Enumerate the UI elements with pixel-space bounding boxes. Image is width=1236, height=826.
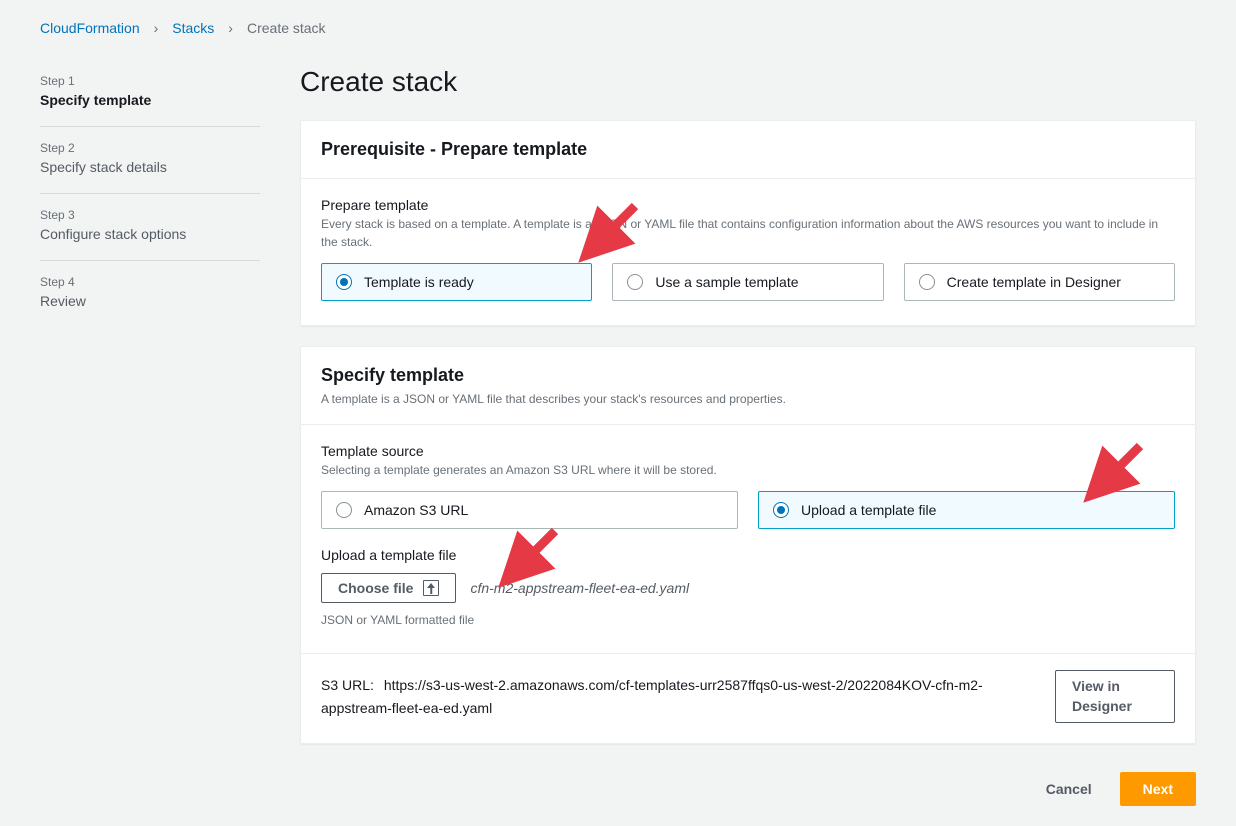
upload-icon [423,580,439,596]
radio-icon [336,502,352,518]
radio-upload-template-file[interactable]: Upload a template file [758,491,1175,529]
radio-icon [336,274,352,290]
radio-amazon-s3-url[interactable]: Amazon S3 URL [321,491,738,529]
radio-label: Upload a template file [801,502,936,518]
field-label-prepare-template: Prepare template [321,197,1175,213]
panel-prerequisite: Prerequisite - Prepare template Prepare … [300,120,1196,326]
radio-label: Template is ready [364,274,474,290]
radio-create-in-designer[interactable]: Create template in Designer [904,263,1175,301]
radio-use-sample-template[interactable]: Use a sample template [612,263,883,301]
wizard-step-2[interactable]: Step 2 Specify stack details [40,127,260,194]
radio-icon [627,274,643,290]
wizard-step-4[interactable]: Step 4 Review [40,261,260,327]
footer-actions: Cancel Next [300,764,1196,826]
wizard-step-num: Step 3 [40,208,260,222]
radio-template-is-ready[interactable]: Template is ready [321,263,592,301]
breadcrumb: CloudFormation › Stacks › Create stack [40,20,1196,36]
chevron-right-icon: › [154,20,159,36]
field-label-upload-file: Upload a template file [321,547,1175,563]
wizard-step-3[interactable]: Step 3 Configure stack options [40,194,260,261]
breadcrumb-current: Create stack [247,20,326,36]
s3-url-label: S3 URL: [321,677,374,693]
breadcrumb-link-cloudformation[interactable]: CloudFormation [40,20,140,36]
view-in-designer-button[interactable]: View in Designer [1055,670,1175,723]
page-title: Create stack [300,66,1196,98]
radio-label: Amazon S3 URL [364,502,468,518]
wizard-step-label: Review [40,293,260,309]
wizard-step-label: Specify stack details [40,159,260,175]
radio-icon [919,274,935,290]
next-button[interactable]: Next [1120,772,1196,806]
wizard-step-num: Step 1 [40,74,260,88]
cancel-button[interactable]: Cancel [1032,772,1106,806]
upload-hint: JSON or YAML formatted file [321,611,1175,629]
wizard-steps: Step 1 Specify template Step 2 Specify s… [40,66,260,327]
choose-file-button[interactable]: Choose file [321,573,456,603]
field-label-template-source: Template source [321,443,1175,459]
wizard-step-label: Specify template [40,92,260,108]
main-content: Create stack Prerequisite - Prepare temp… [300,66,1196,826]
uploaded-filename: cfn-m2-appstream-fleet-ea-ed.yaml [470,580,689,596]
s3-url-value: https://s3-us-west-2.amazonaws.com/cf-te… [321,677,983,715]
panel-title: Prerequisite - Prepare template [321,139,1175,160]
panel-specify-template: Specify template A template is a JSON or… [300,346,1196,744]
radio-label: Create template in Designer [947,274,1121,290]
choose-file-label: Choose file [338,580,413,596]
s3-url-display: S3 URL: https://s3-us-west-2.amazonaws.c… [321,674,1035,719]
wizard-step-num: Step 2 [40,141,260,155]
panel-subtitle: A template is a JSON or YAML file that d… [321,392,1175,406]
radio-icon [773,502,789,518]
field-help: Selecting a template generates an Amazon… [321,461,1175,479]
wizard-step-label: Configure stack options [40,226,260,242]
breadcrumb-link-stacks[interactable]: Stacks [172,20,214,36]
radio-label: Use a sample template [655,274,798,290]
wizard-step-1[interactable]: Step 1 Specify template [40,66,260,127]
panel-title: Specify template [321,365,1175,386]
field-help: Every stack is based on a template. A te… [321,215,1175,251]
chevron-right-icon: › [228,20,233,36]
wizard-step-num: Step 4 [40,275,260,289]
